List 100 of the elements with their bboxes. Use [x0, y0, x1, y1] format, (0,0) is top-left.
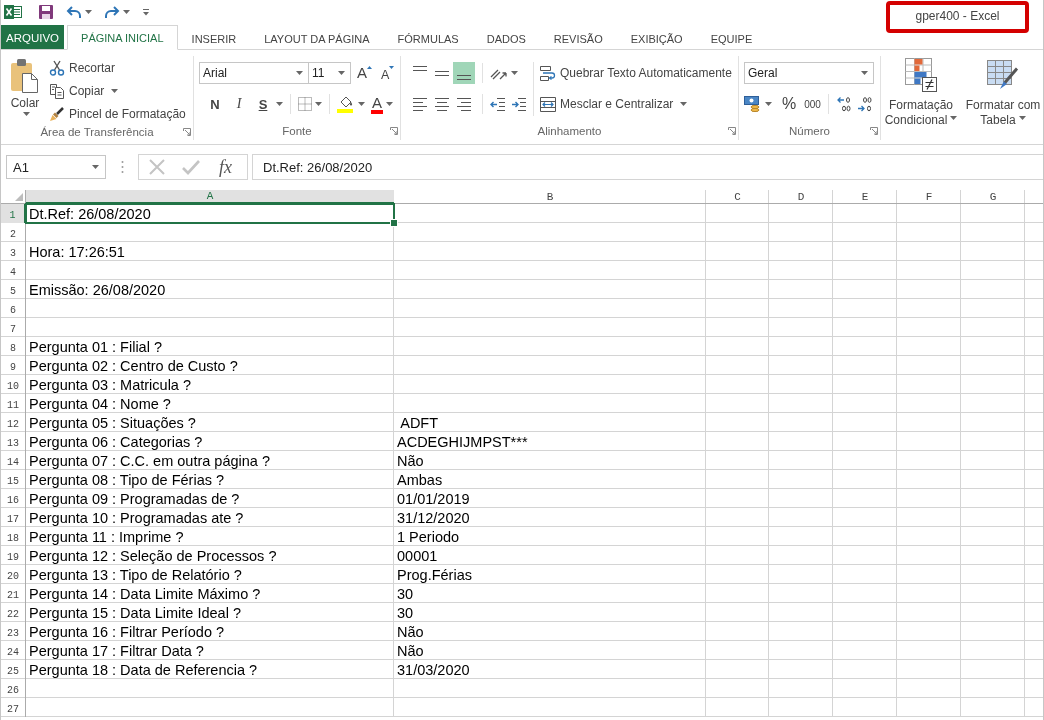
caret-icon[interactable]	[85, 10, 92, 14]
customize-icon[interactable]	[142, 8, 150, 16]
expand-corner-icon[interactable]	[870, 127, 878, 135]
caret-icon[interactable]	[338, 71, 345, 75]
spreadsheet-cell[interactable]: Pergunta 17 : Filtrar Data ?	[26, 641, 394, 660]
row-header[interactable]: 2	[1, 223, 26, 242]
spreadsheet-cell[interactable]: Pergunta 07 : C.C. em outra página ?	[26, 451, 394, 470]
increase-indent-icon[interactable]	[511, 97, 527, 111]
spreadsheet-cell[interactable]: Não	[394, 622, 706, 641]
paste-button[interactable]: Colar	[5, 56, 45, 125]
font-color-button[interactable]: A	[371, 94, 383, 114]
name-box[interactable]: A1	[6, 155, 106, 179]
ribbon-tab[interactable]: PÁGINA INICIAL	[67, 25, 178, 50]
spreadsheet-cell[interactable]: Pergunta 02 : Centro de Custo ?	[26, 356, 394, 375]
painter-button[interactable]: Pincel de Formatação	[49, 102, 186, 125]
expand-corner-icon[interactable]	[728, 127, 736, 135]
row-header[interactable]: 9	[1, 356, 26, 375]
column-header[interactable]: G	[961, 190, 1025, 204]
caret-icon[interactable]	[1018, 115, 1026, 120]
row-header[interactable]: 1	[1, 204, 26, 223]
caret-icon[interactable]	[111, 88, 119, 93]
bold-button[interactable]: N	[205, 96, 225, 112]
spreadsheet-cell[interactable]: ACDEGHIJMPST***	[394, 432, 706, 451]
align-bottom-button[interactable]	[453, 62, 475, 84]
font-name-field[interactable]: Arial	[199, 62, 309, 84]
row-header[interactable]: 27	[1, 698, 26, 717]
row-header[interactable]: 25	[1, 660, 26, 679]
spreadsheet-cell[interactable]: Pergunta 12 : Seleção de Processos ?	[26, 546, 394, 565]
spreadsheet-cell[interactable]: 30	[394, 584, 706, 603]
spreadsheet-cell[interactable]: Pergunta 16 : Filtrar Período ?	[26, 622, 394, 641]
insert-function-button[interactable]: fx	[219, 156, 232, 178]
row-header[interactable]: 23	[1, 622, 26, 641]
caret-icon[interactable]	[123, 10, 130, 14]
decimal-decrease-icon[interactable]	[856, 96, 873, 112]
row-header[interactable]: 13	[1, 432, 26, 451]
app-logo-icon[interactable]	[4, 4, 22, 20]
row-header[interactable]: 19	[1, 546, 26, 565]
number-format-field[interactable]: Geral	[744, 62, 874, 84]
row-header[interactable]: 14	[1, 451, 26, 470]
ribbon-tab[interactable]: EXIBIÇÃO	[616, 26, 697, 50]
caret-icon[interactable]	[296, 71, 303, 75]
row-header[interactable]: 21	[1, 584, 26, 603]
column-header[interactable]: E	[833, 190, 897, 204]
spreadsheet-cell[interactable]: Pergunta 13 : Tipo de Relatório ?	[26, 565, 394, 584]
column-header[interactable]: C	[706, 190, 769, 204]
spreadsheet-cell[interactable]: Prog.Férias	[394, 565, 706, 584]
spreadsheet-cell[interactable]: Pergunta 05 : Situações ?	[26, 413, 394, 432]
font-size-field[interactable]: 11	[309, 62, 351, 84]
column-header[interactable]: A	[26, 190, 394, 204]
ribbon-tab[interactable]: FÓRMULAS	[383, 26, 473, 50]
merge-button[interactable]: Mesclar e Centralizar	[540, 93, 732, 115]
expand-corner-icon[interactable]	[390, 127, 398, 135]
column-header[interactable]: F	[897, 190, 961, 204]
money-icon[interactable]	[744, 96, 762, 112]
caret-icon[interactable]	[386, 102, 393, 106]
underline-button[interactable]: S	[253, 96, 273, 112]
caret-icon[interactable]	[276, 102, 283, 106]
formula-field[interactable]: Dt.Ref: 26/08/2020	[252, 154, 1043, 180]
caret-icon[interactable]	[680, 102, 688, 106]
format-as-table-button[interactable]: Formatar com Tabela	[961, 58, 1043, 140]
row-header[interactable]: 11	[1, 394, 26, 413]
row-header[interactable]: 6	[1, 299, 26, 318]
spreadsheet-cell[interactable]: Não	[394, 641, 706, 660]
spreadsheet-cell[interactable]: Pergunta 09 : Programadas de ?	[26, 489, 394, 508]
caret-icon[interactable]	[315, 102, 322, 106]
caret-icon[interactable]	[861, 71, 868, 75]
undo-icon[interactable]	[66, 5, 82, 19]
column-header[interactable]: D	[769, 190, 833, 204]
grow-font-button[interactable]: A	[357, 62, 375, 84]
decimal-increase-icon[interactable]	[835, 96, 852, 112]
caret-icon[interactable]	[23, 112, 30, 116]
thousands-button[interactable]: 000	[804, 98, 821, 110]
row-header[interactable]: 15	[1, 470, 26, 489]
expand-corner-icon[interactable]	[183, 127, 191, 136]
row-header[interactable]: 20	[1, 565, 26, 584]
row-header[interactable]: 8	[1, 337, 26, 356]
row-header[interactable]: 17	[1, 508, 26, 527]
ribbon-tab[interactable]: EQUIPE	[696, 26, 767, 50]
spreadsheet-cell[interactable]: Dt.Ref: 26/08/2020	[26, 204, 394, 223]
spreadsheet-cell[interactable]: Pergunta 08 : Tipo de Férias ?	[26, 470, 394, 489]
ribbon-tab[interactable]: DADOS	[472, 26, 540, 50]
row-header[interactable]: 18	[1, 527, 26, 546]
row-header[interactable]: 12	[1, 413, 26, 432]
spreadsheet-cell[interactable]: 1 Periodo	[394, 527, 706, 546]
file-tab[interactable]: ARQUIVO	[1, 25, 65, 49]
spreadsheet-cell[interactable]: Pergunta 10 : Programadas ate ?	[26, 508, 394, 527]
shrink-font-button[interactable]: A	[381, 62, 399, 84]
spreadsheet-cell[interactable]: Pergunta 14 : Data Limite Máximo ?	[26, 584, 394, 603]
row-header[interactable]: 5	[1, 280, 26, 299]
spreadsheet-cell[interactable]: Pergunta 03 : Matricula ?	[26, 375, 394, 394]
spreadsheet-cell[interactable]: Pergunta 18 : Data de Referencia ?	[26, 660, 394, 679]
spreadsheet-cell[interactable]: Hora: 17:26:51	[26, 242, 394, 261]
spreadsheet-cell[interactable]: ADFT	[394, 413, 706, 432]
spreadsheet-cell[interactable]: 31/12/2020	[394, 508, 706, 527]
caret-icon[interactable]	[765, 102, 772, 106]
spreadsheet-cell[interactable]: Não	[394, 451, 706, 470]
row-header[interactable]: 3	[1, 242, 26, 261]
row-header[interactable]: 7	[1, 318, 26, 337]
decrease-indent-icon[interactable]	[490, 97, 506, 111]
row-header[interactable]: 26	[1, 679, 26, 698]
